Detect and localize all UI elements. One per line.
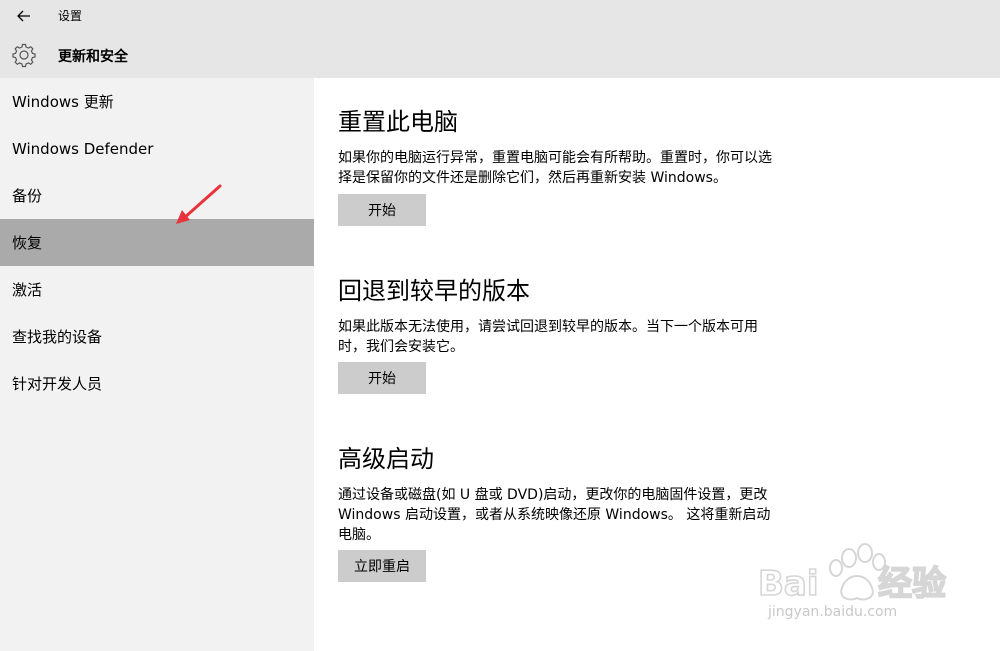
go-back-title: 回退到较早的版本 <box>338 277 530 305</box>
sidebar-item-for-developers[interactable]: 针对开发人员 <box>0 360 314 407</box>
sidebar-item-recovery[interactable]: 恢复 <box>0 219 314 266</box>
sidebar-item-find-my-device[interactable]: 查找我的设备 <box>0 313 314 360</box>
go-back-description: 如果此版本无法使用，请尝试回退到较早的版本。当下一个版本可用时，我们会安装它。 <box>338 319 758 355</box>
reset-pc-start-button[interactable]: 开始 <box>338 194 426 226</box>
sidebar: Windows 更新 Windows Defender 备份 恢复 激活 查找我… <box>0 78 314 651</box>
sidebar-item-windows-update[interactable]: Windows 更新 <box>0 78 314 125</box>
baidu-watermark-logo: Bai 经验 <box>757 543 947 605</box>
svg-text:Bai: Bai <box>758 564 819 604</box>
restart-now-button[interactable]: 立即重启 <box>338 550 426 582</box>
go-back-start-button[interactable]: 开始 <box>338 362 426 394</box>
back-arrow-icon <box>17 10 30 22</box>
reset-pc-title: 重置此电脑 <box>338 108 458 136</box>
back-button[interactable] <box>8 4 40 28</box>
watermark-url: jingyan.baidu.com <box>768 604 898 620</box>
gear-icon <box>12 43 36 68</box>
settings-window: 设置 更新和安全 Windows 更新 Windows Defender 备份 … <box>0 0 1000 651</box>
section-title: 更新和安全 <box>58 49 128 65</box>
sidebar-item-windows-defender[interactable]: Windows Defender <box>0 125 314 172</box>
annotation-arrow-icon <box>176 184 222 224</box>
advanced-startup-description: 通过设备或磁盘(如 U 盘或 DVD)启动，更改你的电脑固件设置，更改 Wind… <box>338 487 771 543</box>
svg-text:经验: 经验 <box>878 564 946 604</box>
reset-pc-description: 如果你的电脑运行异常，重置电脑可能会有所帮助。重置时，你可以选择是保留你的文件还… <box>338 150 772 186</box>
advanced-startup-title: 高级启动 <box>338 445 434 473</box>
sidebar-item-activation[interactable]: 激活 <box>0 266 314 313</box>
app-title: 设置 <box>58 9 83 23</box>
sidebar-item-backup[interactable]: 备份 <box>0 172 314 219</box>
title-bar: 设置 更新和安全 <box>0 0 1000 78</box>
